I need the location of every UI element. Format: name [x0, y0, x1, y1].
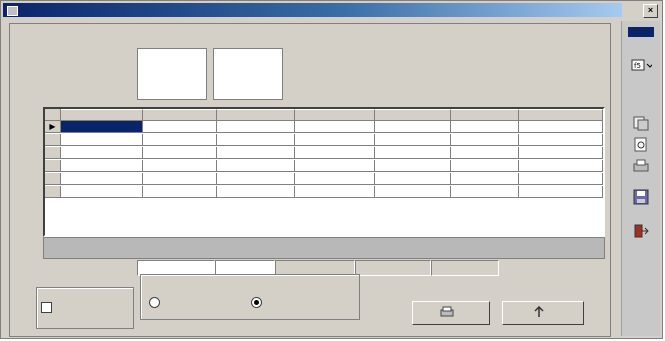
table-cell[interactable]: [295, 173, 375, 185]
row-selector[interactable]: [45, 173, 61, 185]
current-row-indicator[interactable]: ▶: [45, 121, 61, 133]
column-header[interactable]: [451, 109, 519, 121]
print-preview-icon[interactable]: [628, 157, 654, 177]
table-cell[interactable]: [451, 121, 519, 133]
close-button[interactable]: ×: [643, 4, 658, 18]
printer-icon: [440, 306, 454, 320]
table-cell[interactable]: [375, 134, 451, 146]
table-cell[interactable]: [217, 134, 295, 146]
table-cell[interactable]: [519, 173, 603, 185]
tab-1[interactable]: [137, 48, 207, 100]
grid-header: [45, 109, 603, 121]
table-cell[interactable]: [217, 173, 295, 185]
table-cell[interactable]: [61, 134, 143, 146]
table-cell[interactable]: [451, 173, 519, 185]
table-row[interactable]: [45, 186, 603, 198]
table-cell[interactable]: [295, 134, 375, 146]
column-header[interactable]: [519, 109, 603, 121]
exit-arrow-icon: [533, 305, 545, 320]
application-window: × f5 ▶: [0, 0, 663, 339]
option-group: [140, 274, 360, 320]
radio-option-2[interactable]: [251, 297, 262, 308]
table-cell[interactable]: [375, 147, 451, 159]
column-header[interactable]: [143, 109, 217, 121]
print-button[interactable]: [412, 301, 490, 325]
total-value: [431, 260, 499, 276]
table-row[interactable]: [45, 147, 603, 159]
table-cell[interactable]: [143, 121, 217, 133]
table-cell[interactable]: [451, 186, 519, 198]
table-cell[interactable]: [295, 147, 375, 159]
tab-2[interactable]: [213, 48, 283, 100]
column-header[interactable]: [61, 109, 143, 121]
table-row[interactable]: [45, 134, 603, 146]
table-cell[interactable]: [217, 121, 295, 133]
app-icon: [7, 6, 18, 16]
exit-button[interactable]: [502, 301, 584, 325]
exit-icon[interactable]: [628, 221, 654, 241]
table-cell[interactable]: [375, 173, 451, 185]
table-cell[interactable]: [295, 121, 375, 133]
svg-text:f5: f5: [634, 62, 641, 70]
table-cell[interactable]: [519, 134, 603, 146]
side-toolbar: f5: [621, 21, 660, 336]
table-cell[interactable]: [295, 186, 375, 198]
table-cell[interactable]: [61, 121, 143, 133]
option-box: [36, 287, 134, 329]
preview-icon[interactable]: [628, 135, 654, 155]
table-row[interactable]: ▶: [45, 121, 603, 133]
table-cell[interactable]: [143, 186, 217, 198]
table-cell[interactable]: [143, 134, 217, 146]
table-cell[interactable]: [217, 186, 295, 198]
column-header[interactable]: [375, 109, 451, 121]
grid-empty-area: [43, 237, 605, 259]
option-checkbox[interactable]: [41, 302, 52, 313]
total-value: [355, 260, 431, 276]
title-bar: [3, 3, 622, 17]
window-list-icon[interactable]: [628, 27, 654, 37]
row-selector[interactable]: [45, 160, 61, 172]
table-cell[interactable]: [519, 147, 603, 159]
table-cell[interactable]: [217, 147, 295, 159]
column-header[interactable]: [295, 109, 375, 121]
table-cell[interactable]: [451, 134, 519, 146]
table-cell[interactable]: [61, 186, 143, 198]
main-panel: ▶: [9, 23, 611, 337]
table-cell[interactable]: [451, 147, 519, 159]
table-cell[interactable]: [519, 160, 603, 172]
table-cell[interactable]: [375, 121, 451, 133]
table-cell[interactable]: [375, 160, 451, 172]
table-cell[interactable]: [61, 173, 143, 185]
row-selector[interactable]: [45, 134, 61, 146]
table-cell[interactable]: [61, 160, 143, 172]
row-selector[interactable]: [45, 186, 61, 198]
table-cell[interactable]: [451, 160, 519, 172]
table-cell[interactable]: [295, 160, 375, 172]
data-grid[interactable]: ▶: [43, 107, 605, 237]
table-cell[interactable]: [143, 173, 217, 185]
table-cell[interactable]: [519, 121, 603, 133]
table-cell[interactable]: [143, 160, 217, 172]
table-cell[interactable]: [375, 186, 451, 198]
table-cell[interactable]: [217, 160, 295, 172]
radio-option-1[interactable]: [149, 297, 160, 308]
table-cell[interactable]: [519, 186, 603, 198]
table-row[interactable]: [45, 160, 603, 172]
column-header[interactable]: [217, 109, 295, 121]
header-corner: [45, 109, 61, 121]
table-row[interactable]: [45, 173, 603, 185]
save-icon[interactable]: [628, 187, 654, 207]
copy-icon[interactable]: [628, 113, 654, 133]
table-cell[interactable]: [143, 147, 217, 159]
table-cell[interactable]: [61, 147, 143, 159]
row-selector[interactable]: [45, 147, 61, 159]
calculator-icon[interactable]: f5: [628, 55, 654, 75]
